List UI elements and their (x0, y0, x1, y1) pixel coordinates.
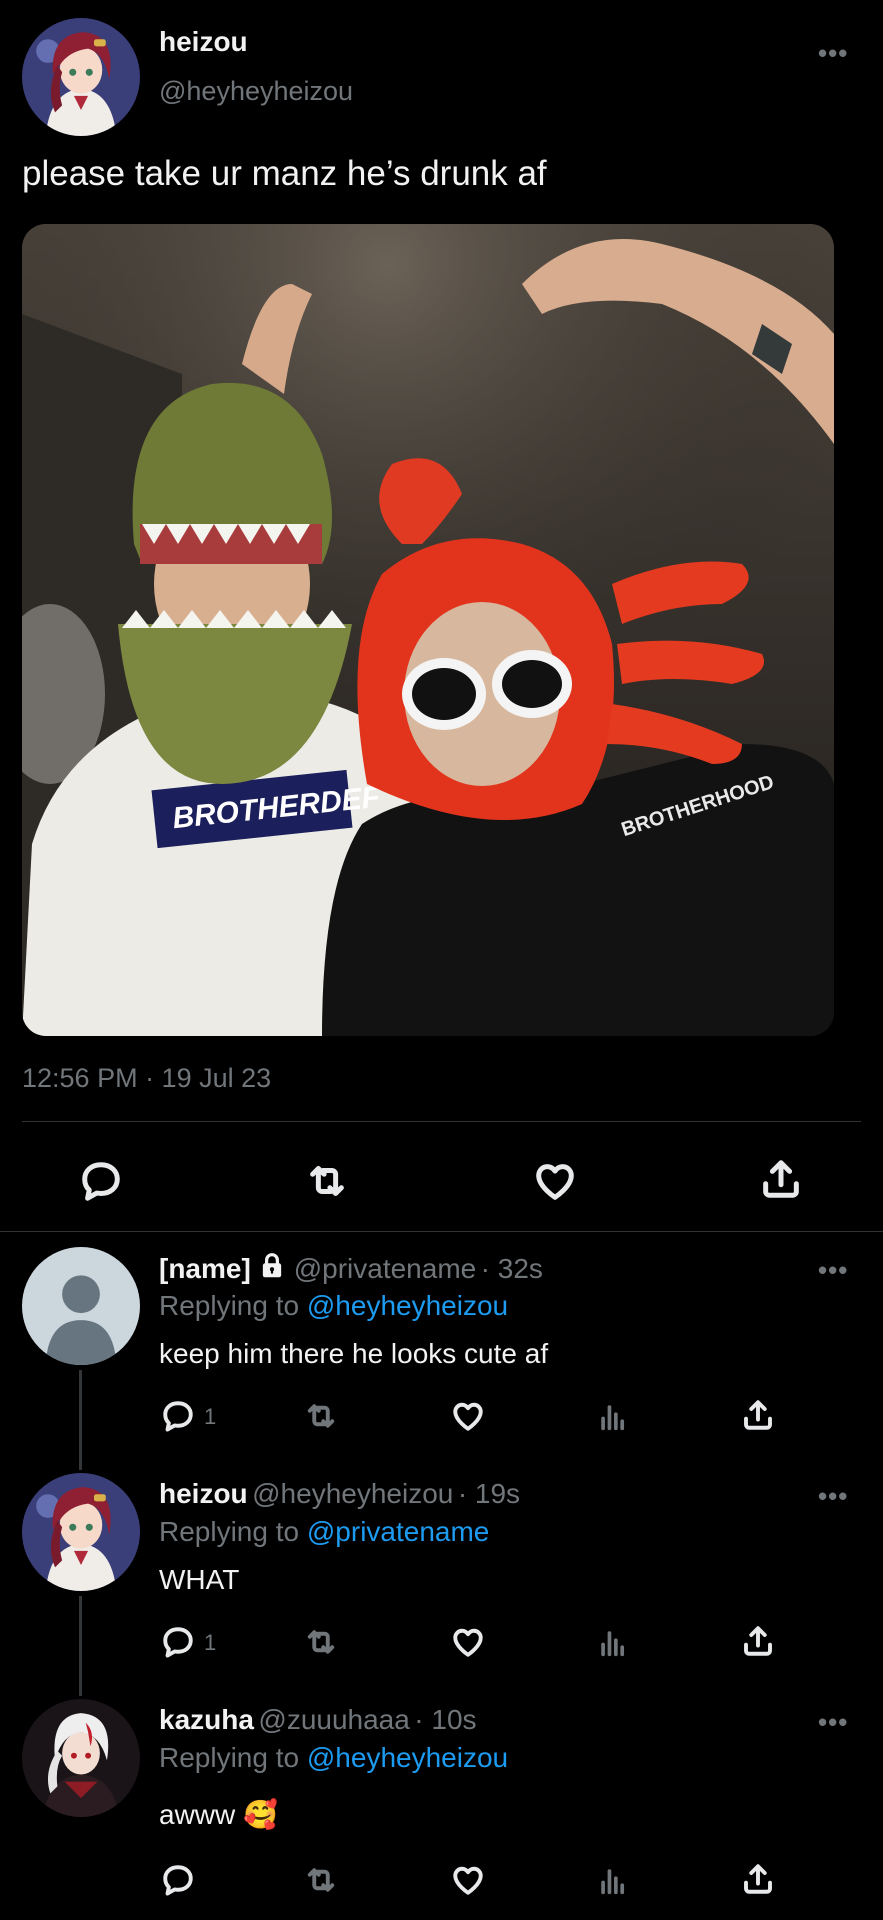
share-icon[interactable] (740, 1861, 776, 1897)
reply-avatar[interactable] (22, 1247, 140, 1365)
more-options-icon[interactable]: ••• (818, 1255, 848, 1286)
tweet-photo[interactable]: BROTHERDEF BROTHERHOOD (22, 224, 834, 1036)
reply-header: [name] @privatename · 32s (159, 1252, 543, 1285)
reply-handle[interactable]: @zuuuhaaa (258, 1704, 409, 1735)
reply-count: 1 (204, 1630, 217, 1655)
reply-header: heizou @heyheyheizou · 19s (159, 1478, 520, 1510)
reply-icon[interactable] (78, 1158, 124, 1204)
reply-display-name[interactable]: kazuha (159, 1704, 254, 1735)
replying-to: Replying to @heyheyheizou (159, 1290, 509, 1321)
retweet-icon[interactable] (302, 1398, 340, 1434)
thread-line (79, 1596, 82, 1696)
reply-icon[interactable] (160, 1624, 196, 1660)
reply-time[interactable]: · 32s (481, 1253, 543, 1284)
thread-line (79, 1370, 82, 1470)
replying-to: Replying to @heyheyheizou (159, 1742, 509, 1773)
reply-text: keep him there he looks cute af (159, 1338, 549, 1369)
like-icon[interactable] (532, 1158, 578, 1204)
reply-time[interactable]: · 19s (458, 1478, 520, 1509)
retweet-icon[interactable] (302, 1624, 340, 1660)
reply-icon[interactable] (160, 1398, 196, 1434)
replying-to: Replying to @privatename (159, 1516, 490, 1547)
reply-display-name[interactable]: [name] (159, 1253, 251, 1284)
divider (22, 1121, 861, 1122)
views-icon[interactable] (596, 1626, 630, 1660)
reply-avatar[interactable] (22, 1473, 140, 1591)
share-icon[interactable] (740, 1397, 776, 1433)
replying-to-link[interactable]: @privatename (307, 1516, 490, 1547)
replying-to-link[interactable]: @heyheyheizou (307, 1742, 508, 1773)
like-icon[interactable] (450, 1398, 486, 1434)
replying-to-link[interactable]: @heyheyheizou (307, 1290, 508, 1321)
reply-count: 1 (204, 1404, 217, 1429)
more-options-icon[interactable]: ••• (818, 1481, 848, 1512)
views-icon[interactable] (596, 1864, 630, 1898)
retweet-icon[interactable] (303, 1158, 351, 1204)
views-icon[interactable] (596, 1400, 630, 1434)
reply-time[interactable]: · 10s (414, 1704, 476, 1735)
reply-icon[interactable] (160, 1862, 196, 1898)
tweet-text: please take ur manz he’s drunk af (22, 154, 547, 193)
reply-text: WHAT (159, 1564, 240, 1595)
author-avatar[interactable] (22, 18, 140, 136)
reply-display-name[interactable]: heizou (159, 1478, 248, 1509)
share-icon[interactable] (740, 1623, 776, 1659)
retweet-icon[interactable] (302, 1862, 340, 1898)
reply-avatar[interactable] (22, 1699, 140, 1817)
reply-handle[interactable]: @heyheyheizou (252, 1478, 453, 1509)
more-options-icon[interactable]: ••• (818, 1707, 848, 1738)
reply-handle[interactable]: @privatename (294, 1253, 477, 1284)
reply-header: kazuha @zuuuhaaa · 10s (159, 1704, 477, 1736)
author-display-name[interactable]: heizou (159, 26, 248, 58)
tweet-timestamp[interactable]: 12:56 PM · 19 Jul 23 (22, 1063, 271, 1094)
lock-icon (259, 1252, 285, 1285)
more-options-icon[interactable]: ••• (818, 38, 848, 69)
like-icon[interactable] (450, 1862, 486, 1898)
author-handle[interactable]: @heyheyheizou (159, 76, 353, 107)
like-icon[interactable] (450, 1624, 486, 1660)
divider (0, 1231, 883, 1232)
share-icon[interactable] (758, 1156, 804, 1202)
reply-text: awww 🥰 (159, 1799, 278, 1830)
